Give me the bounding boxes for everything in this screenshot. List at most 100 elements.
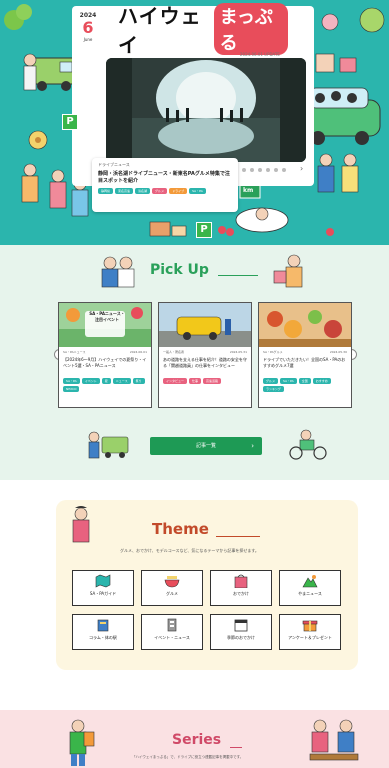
motorbike-illustration (289, 429, 327, 460)
shopper-icon (273, 254, 303, 288)
calendar-icon (234, 619, 248, 632)
book-icon (97, 619, 109, 632)
theme-item-label: やまニュース (298, 591, 322, 596)
theme-item[interactable]: グルメ (141, 570, 203, 606)
article-tags: グルメ SA・PA 全国 おすすめ ランキング (263, 378, 347, 392)
tag[interactable]: グルメ (263, 378, 279, 384)
km-sign: km (243, 187, 254, 194)
view-all-articles-button[interactable]: 記事一覧 › (150, 437, 262, 455)
theme-item-label: アンケート＆プレゼント (288, 635, 332, 640)
tag[interactable]: グルメ (152, 188, 168, 194)
tunnel-image (106, 58, 306, 162)
article-category: 一般人・著名者 (163, 350, 185, 354)
issue-date: 2024 6 June (74, 12, 102, 52)
hiker-illustration (69, 719, 95, 766)
theme-item[interactable]: やまニュース (279, 570, 341, 606)
theme-title: Theme (152, 520, 209, 538)
truck-illustration (88, 431, 129, 459)
hero-section: 2024 6 June ハイウェイ まっぷる 2024.06.01 UPDATE (0, 0, 389, 245)
series-title: Series (172, 732, 222, 748)
featured-category: ドライブニュース (98, 162, 130, 167)
picnic-illustration (309, 719, 359, 761)
theme-item[interactable]: 季節のおでかけ (210, 614, 272, 650)
article-thumbnail (159, 303, 251, 347)
article-date: 2024.06.01 (129, 350, 147, 354)
theme-item-label: グルメ (166, 591, 178, 596)
issue-month-name: June (83, 37, 93, 42)
article-date: 2024.05.31 (229, 350, 247, 354)
pickup-people-icon (101, 256, 135, 288)
page: 2024 6 June ハイウェイ まっぷる 2024.06.01 UPDATE (0, 0, 389, 768)
title-underline (230, 747, 242, 748)
title-underline (218, 275, 258, 276)
article-thumbnail (259, 303, 351, 347)
site-logo[interactable]: ハイウェイ まっぷる (118, 3, 288, 57)
tag[interactable]: おすすめ (312, 378, 331, 384)
theme-item-label: おでかけ (233, 591, 249, 596)
mountain-icon (302, 575, 318, 588)
tag[interactable]: SA・PA (189, 188, 206, 194)
theme-item-label: SA・PAガイド (89, 591, 117, 596)
building-icon (167, 618, 177, 632)
issue-month: 6 (82, 18, 94, 37)
article-tags: インタビュー 仕事 高速道路 (163, 378, 247, 384)
tag[interactable]: 全国 (298, 378, 311, 384)
tag[interactable]: 東名高速 (115, 188, 134, 194)
view-all-label: 記事一覧 (195, 443, 216, 449)
theme-description: グルメ、おでかけ、モデルコースなど、気になるテーマから記事を探せます。 (120, 548, 259, 553)
tag[interactable]: 夏 (101, 378, 111, 384)
tag[interactable]: 静岡県 (98, 188, 114, 194)
article-category: SA・PAニュース (63, 350, 86, 354)
featured-article-card[interactable]: ドライブニュース 静岡・浜名湖ドライブニュース・新東名PAグルメ特集で注目スポッ… (92, 158, 238, 212)
tag[interactable]: ランキング (263, 386, 284, 392)
theme-item[interactable]: SA・PAガイド (72, 570, 134, 606)
article-card[interactable]: SA・PAニュース・注目イベント SA・PAニュース 2024.06.01 【2… (58, 302, 152, 408)
article-title: 【2024年6〜9月】ハイウェイでの夏祭り・イベント5選・SA・PAニュース (63, 357, 147, 368)
featured-tags: 静岡県 東名高速 浜名湖 グルメ ドライブ SA・PA (98, 188, 232, 194)
article-title: ドライブでいただきたい！全国のSA・PAのおすすめグルメ7選 (263, 357, 346, 368)
tag[interactable]: SA・PA (63, 378, 80, 384)
logo-accent: まっぷる (213, 3, 288, 55)
theme-item[interactable]: コラム・体の駅 (72, 614, 134, 650)
tag[interactable]: ニュース (112, 378, 131, 384)
title-underline (216, 536, 260, 537)
article-card[interactable]: SA・PAグルメ 2024.05.30 ドライブでいただきたい！全国のSA・PA… (258, 302, 352, 408)
article-tags: SA・PA イベント 夏 ニュース 祭り NEXCO (63, 378, 147, 392)
article-category: SA・PAグルメ (263, 350, 283, 354)
article-card[interactable]: 一般人・著名者 2024.05.31 あの道路を支える仕事を紹介！道路の安全を守… (158, 302, 252, 408)
tag[interactable]: 浜名湖 (135, 188, 151, 194)
series-section: Series 「ハイウェイまっぷる」で、ドライブに役立つ連載記事を掲載中です。 (0, 710, 389, 768)
tag[interactable]: 高速道路 (203, 378, 222, 384)
pickup-section: Pick Up ‹ › SA・PAニュース・注目イベント SA・PAニュース (0, 245, 389, 480)
tag[interactable]: 祭り (132, 378, 145, 384)
article-thumbnail (59, 303, 151, 347)
theme-person-illustration (72, 506, 90, 543)
parking-icon: P (196, 222, 212, 238)
tag[interactable]: イベント (81, 378, 100, 384)
theme-item[interactable]: アンケート＆プレゼント (279, 614, 341, 650)
pickup-title: Pick Up (150, 262, 209, 278)
theme-item[interactable]: イベント・ニュース (141, 614, 203, 650)
tag[interactable]: NEXCO (63, 386, 80, 392)
gift-icon (302, 620, 318, 632)
map-icon (95, 574, 111, 588)
tag[interactable]: SA・PA (280, 378, 297, 384)
theme-item[interactable]: おでかけ (210, 570, 272, 606)
shopping-bag-icon (234, 574, 248, 588)
series-description: 「ハイウェイまっぷる」で、ドライブに役立つ連載記事を掲載中です。 (132, 755, 244, 759)
logo-text: ハイウェイ (118, 4, 202, 57)
featured-title: 静岡・浜名湖ドライブニュース・新東名PAグルメ特集で注目スポットを紹介 (98, 171, 230, 184)
pickup-cards: SA・PAニュース・注目イベント SA・PAニュース 2024.06.01 【2… (58, 302, 352, 408)
ramen-bowl-icon (164, 576, 180, 588)
hero-photo[interactable] (106, 58, 306, 162)
tag[interactable]: インタビュー (163, 378, 188, 384)
tag[interactable]: ドライブ (169, 188, 188, 194)
tag[interactable]: 仕事 (189, 378, 202, 384)
hero-next-arrow[interactable]: › (300, 164, 303, 173)
thumbnail-overlay-text: SA・PAニュース・注目イベント (89, 311, 125, 322)
arrow-right-icon: › (251, 442, 254, 450)
theme-grid: SA・PAガイド グルメ おでかけ やまニュース コラム・体の駅 イベント・ニュ… (72, 570, 341, 650)
parking-icon: P (62, 114, 78, 130)
theme-item-label: コラム・体の駅 (89, 635, 117, 640)
article-title: あの道路を支える仕事を紹介！道路の安全を守る「関越道路員」の仕事をインタビュー (163, 357, 247, 368)
